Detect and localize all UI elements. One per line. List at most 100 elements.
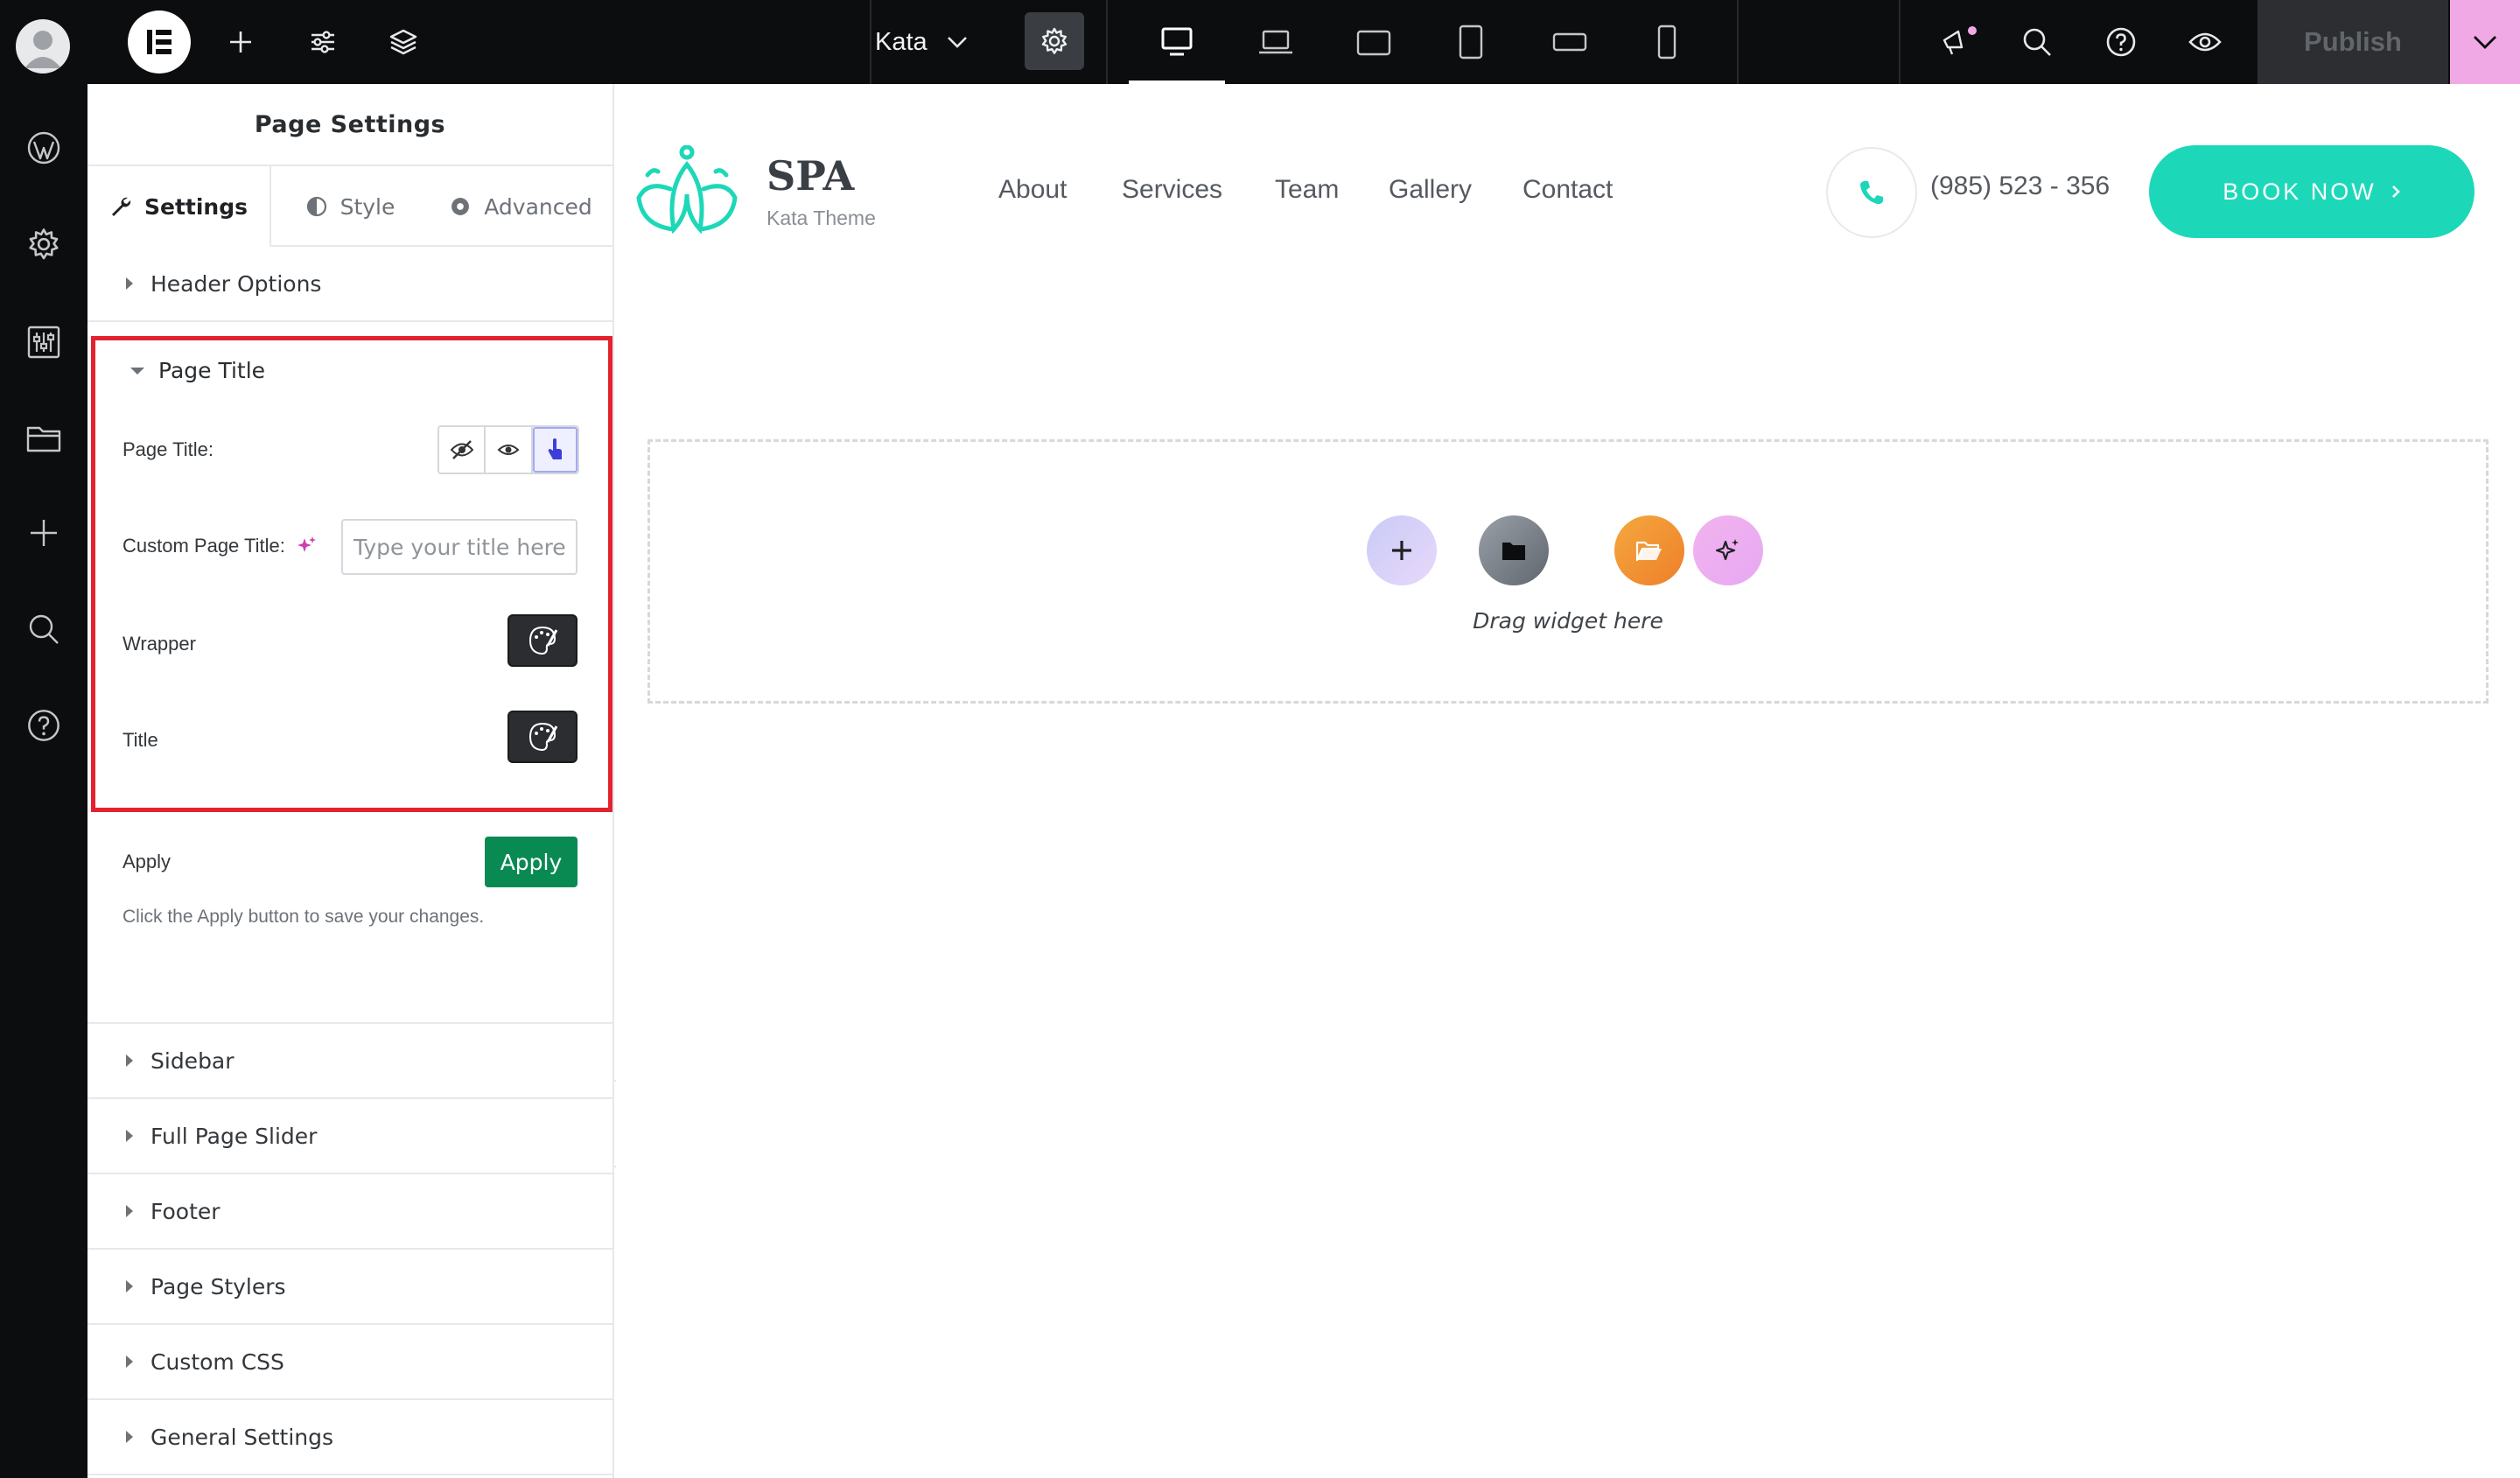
phone-button[interactable] xyxy=(1826,147,1917,238)
custom-page-title-label: Custom Page Title: xyxy=(122,535,317,557)
lotus-logo-icon[interactable] xyxy=(630,145,744,238)
elementor-logo-button[interactable] xyxy=(128,11,191,74)
settings-button[interactable] xyxy=(0,214,88,275)
caret-right-icon xyxy=(126,1431,133,1443)
section-custom-css[interactable]: Custom CSS xyxy=(88,1325,612,1400)
divider xyxy=(870,0,872,84)
device-mobile-landscape-button[interactable] xyxy=(1522,0,1618,84)
folder-icon xyxy=(26,426,61,452)
default-title-option[interactable] xyxy=(532,427,578,473)
left-rail xyxy=(0,84,88,1478)
wordpress-button[interactable] xyxy=(0,117,88,179)
folder-button[interactable] xyxy=(0,408,88,469)
nav-team[interactable]: Team xyxy=(1275,175,1339,205)
search-button[interactable] xyxy=(0,599,88,660)
wrench-icon xyxy=(111,197,131,216)
eye-icon xyxy=(497,445,520,455)
chevron-down-icon xyxy=(2474,36,2496,49)
add-button[interactable] xyxy=(0,502,88,564)
notifications-button[interactable] xyxy=(1934,0,1983,84)
device-laptop-button[interactable] xyxy=(1228,0,1324,84)
section-page-stylers[interactable]: Page Stylers xyxy=(88,1250,612,1325)
caret-right-icon xyxy=(126,1054,133,1067)
tab-label: Settings xyxy=(144,193,248,220)
tab-style[interactable]: Style xyxy=(271,166,429,247)
brand-name[interactable]: SPA xyxy=(766,152,854,200)
folder-icon xyxy=(1502,543,1525,560)
section-full-page-slider[interactable]: Full Page Slider xyxy=(88,1099,612,1174)
apply-button[interactable]: Apply xyxy=(485,837,578,887)
nav-about[interactable]: About xyxy=(998,175,1067,205)
section-sidebar[interactable]: Sidebar xyxy=(88,1024,612,1099)
title-style-button[interactable] xyxy=(508,711,578,763)
book-now-button[interactable]: BOOK NOW xyxy=(2149,145,2474,238)
brand-subtitle: Kata Theme xyxy=(766,207,876,229)
template-library-button[interactable] xyxy=(1479,515,1549,585)
ai-sparkle-icon[interactable] xyxy=(296,535,317,556)
laptop-icon xyxy=(1259,30,1292,54)
page-settings-panel: Page Settings Settings Style Advanced He… xyxy=(88,84,614,1478)
custom-page-title-input[interactable] xyxy=(341,519,578,575)
chevron-down-icon xyxy=(947,37,967,48)
add-element-button[interactable] xyxy=(219,0,262,84)
section-label: Footer xyxy=(150,1198,220,1224)
panel-title: Page Settings xyxy=(254,110,446,138)
device-tablet-landscape-button[interactable] xyxy=(1326,0,1422,84)
help-button[interactable] xyxy=(0,695,88,756)
hide-title-option[interactable] xyxy=(439,427,486,473)
theme-options-button[interactable] xyxy=(0,312,88,373)
tab-advanced[interactable]: Advanced xyxy=(429,166,612,247)
divider xyxy=(1106,0,1108,84)
page-settings-button[interactable] xyxy=(1025,12,1084,70)
drop-zone-hint: Drag widget here xyxy=(1473,608,1663,634)
theme-templates-button[interactable] xyxy=(1614,515,1684,585)
add-section-button[interactable] xyxy=(1367,515,1437,585)
sliders-icon xyxy=(312,31,334,53)
site-settings-button[interactable] xyxy=(301,0,345,84)
custom-page-title-text: Custom Page Title: xyxy=(122,535,285,557)
wrapper-label: Wrapper xyxy=(122,633,196,655)
section-label: Full Page Slider xyxy=(150,1123,318,1149)
phone-number[interactable]: (985) 523 - 356 xyxy=(1930,172,2110,201)
avatar-icon xyxy=(24,31,61,68)
nav-services[interactable]: Services xyxy=(1122,175,1222,205)
section-general-settings[interactable]: General Settings xyxy=(88,1400,612,1475)
device-mobile-portrait-button[interactable] xyxy=(1619,0,1715,84)
panel-tabs: Settings Style Advanced xyxy=(88,165,612,247)
nav-contact[interactable]: Contact xyxy=(1522,175,1613,205)
site-selector[interactable]: Kata xyxy=(875,0,968,84)
device-desktop-button[interactable] xyxy=(1129,0,1225,84)
plus-icon xyxy=(1392,541,1411,560)
ai-generate-button[interactable] xyxy=(1693,515,1763,585)
device-tablet-portrait-button[interactable] xyxy=(1423,0,1519,84)
desktop-icon xyxy=(1161,27,1193,56)
section-footer[interactable]: Footer xyxy=(88,1174,612,1250)
structure-button[interactable] xyxy=(382,0,425,84)
user-avatar[interactable] xyxy=(16,19,70,74)
search-icon xyxy=(29,614,59,644)
eye-slash-icon xyxy=(450,440,474,459)
tab-label: Advanced xyxy=(484,193,592,220)
help-icon xyxy=(28,710,60,741)
equalizer-icon xyxy=(27,326,60,359)
preview-button[interactable] xyxy=(2180,0,2230,84)
tab-label: Style xyxy=(340,193,396,220)
widget-drop-zone[interactable]: Drag widget here xyxy=(648,439,2488,704)
show-title-option[interactable] xyxy=(486,427,533,473)
tab-settings[interactable]: Settings xyxy=(88,166,271,247)
title-label: Title xyxy=(122,729,158,751)
search-button[interactable] xyxy=(2012,0,2062,84)
caret-right-icon xyxy=(126,1130,133,1142)
contrast-icon xyxy=(306,196,326,217)
section-page-title-header[interactable]: Page Title xyxy=(130,358,265,383)
help-button[interactable] xyxy=(2096,0,2146,84)
section-label: Page Title xyxy=(158,358,266,383)
apply-hint: Click the Apply button to save your chan… xyxy=(122,907,485,927)
publish-button[interactable]: Publish xyxy=(2258,0,2448,84)
caret-right-icon xyxy=(126,1280,133,1292)
section-header-options[interactable]: Header Options xyxy=(88,247,612,322)
nav-gallery[interactable]: Gallery xyxy=(1389,175,1472,205)
wrapper-style-button[interactable] xyxy=(508,614,578,667)
divider xyxy=(1737,0,1739,84)
publish-options-button[interactable] xyxy=(2450,0,2520,84)
